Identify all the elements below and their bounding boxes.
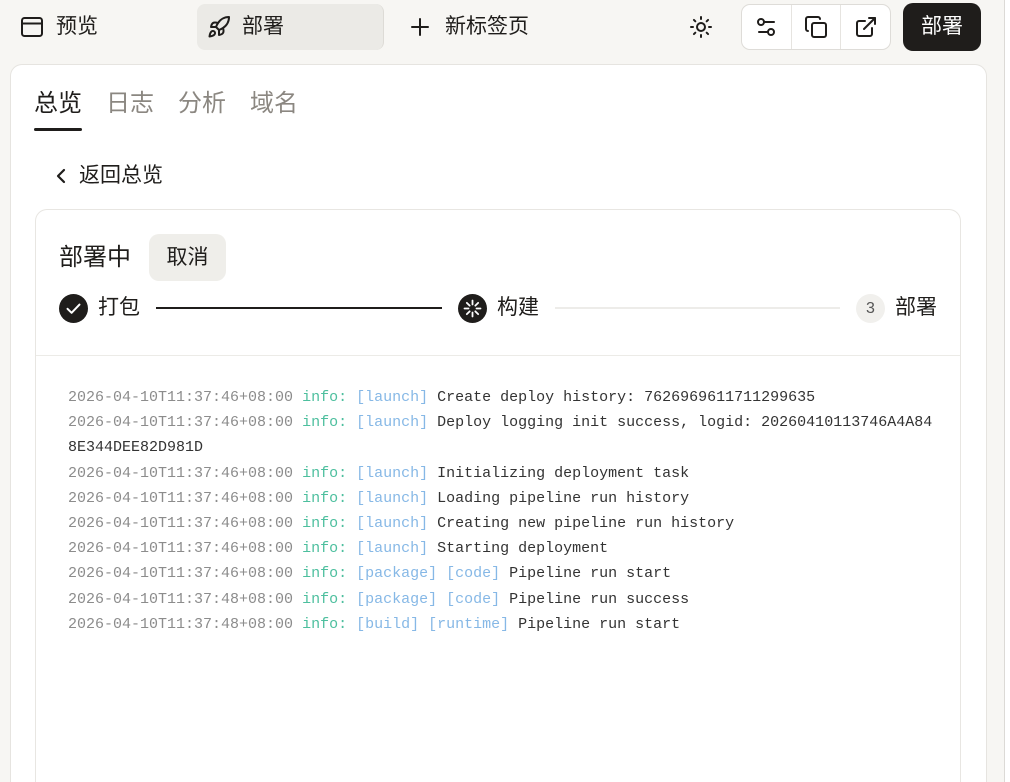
log-level: info: — [302, 414, 348, 432]
deployment-status: 部署中 — [59, 244, 131, 271]
log-line: 2026-04-10T11:37:46+08:00 info: [launch]… — [68, 511, 936, 536]
cancel-button[interactable]: 取消 — [149, 234, 226, 281]
log-timestamp: 2026-04-10T11:37:48+08:00 — [68, 590, 294, 608]
step-deploy-label: 部署 — [895, 296, 937, 319]
log-message: Loading pipeline run history — [437, 489, 690, 507]
log-timestamp: 2026-04-10T11:37:46+08:00 — [68, 565, 294, 583]
log-message: Pipeline run success — [509, 590, 690, 608]
back-link-label: 返回总览 — [79, 164, 163, 187]
back-to-overview-link[interactable]: 返回总览 — [55, 161, 163, 191]
browser-window-icon — [21, 17, 43, 37]
deployment-card: 部署中 取消 打包 构建 3 部署 2026-04-10T11:37:46+08… — [35, 209, 961, 782]
log-timestamp: 2026-04-10T11:37:46+08:00 — [68, 389, 294, 406]
step-connector-pending — [555, 307, 840, 309]
log-level: info: — [302, 590, 348, 608]
log-tag: [runtime] — [428, 615, 510, 633]
log-tag: [code] — [446, 590, 501, 608]
log-line: 2026-04-10T11:37:46+08:00 info: [launch]… — [68, 461, 936, 486]
log-tag: [launch] — [356, 464, 429, 482]
external-link-icon — [855, 17, 876, 37]
sun-icon — [690, 16, 712, 38]
log-timestamp: 2026-04-10T11:37:46+08:00 — [68, 540, 294, 558]
log-timestamp: 2026-04-10T11:37:46+08:00 — [68, 489, 294, 507]
preview-tab-label: 预览 — [56, 15, 98, 38]
log-timestamp: 2026-04-10T11:37:48+08:00 — [68, 615, 294, 633]
log-level: info: — [302, 615, 348, 633]
log-timestamp: 2026-04-10T11:37:46+08:00 — [68, 464, 294, 482]
open-external-button[interactable] — [840, 5, 890, 49]
log-tag: [package] — [356, 590, 438, 608]
log-tag: [package] — [356, 565, 438, 583]
deploy-button[interactable]: 部署 — [903, 3, 981, 51]
log-line: 2026-04-10T11:37:48+08:00 info: [build] … — [68, 612, 936, 637]
tab-overview[interactable]: 总览 — [34, 89, 82, 131]
log-timestamp: 2026-04-10T11:37:46+08:00 — [68, 414, 294, 432]
log-level: info: — [302, 515, 348, 533]
step-package-label: 打包 — [98, 296, 140, 319]
log-timestamp: 2026-04-10T11:37:46+08:00 — [68, 515, 294, 533]
main-panel: 总览 日志 分析 域名 返回总览 部署中 取消 打包 构建 3 部署 2026-… — [10, 64, 987, 782]
log-level: info: — [302, 464, 348, 482]
log-level: info: — [302, 389, 348, 406]
toolbar-icon-group — [741, 4, 891, 50]
tab-deploy[interactable]: 部署 — [197, 4, 384, 50]
rocket-icon — [208, 15, 230, 38]
step-build-label: 构建 — [497, 296, 539, 319]
divider — [36, 355, 960, 356]
log-level: info: — [302, 565, 348, 583]
log-message: Create deploy history: 76269696117112996… — [437, 389, 816, 406]
chevron-left-icon — [56, 168, 66, 184]
tab-analytics[interactable]: 分析 — [178, 89, 226, 131]
step-number-badge: 3 — [856, 294, 885, 323]
spinner-icon — [458, 294, 487, 323]
log-line: 2026-04-10T11:37:46+08:00 info: [launch]… — [68, 410, 936, 460]
log-tag: [launch] — [356, 515, 429, 533]
log-line: 2026-04-10T11:37:46+08:00 info: [launch]… — [68, 385, 936, 410]
log-tag: [launch] — [356, 414, 429, 432]
log-tag: [code] — [446, 565, 501, 583]
log-message: Creating new pipeline run history — [437, 515, 735, 533]
step-connector-done — [156, 307, 442, 309]
log-message: Pipeline run start — [509, 565, 672, 583]
window-edge-strip — [1005, 0, 1010, 782]
log-tag: [launch] — [356, 540, 429, 558]
log-message: Pipeline run start — [518, 615, 681, 633]
log-tag: [build] — [356, 615, 420, 633]
theme-toggle-button[interactable] — [689, 15, 713, 39]
log-line: 2026-04-10T11:37:46+08:00 info: [launch]… — [68, 536, 936, 561]
check-icon — [59, 294, 88, 323]
log-line: 2026-04-10T11:37:48+08:00 info: [package… — [68, 587, 936, 612]
log-level: info: — [302, 489, 348, 507]
log-message: Starting deployment — [437, 540, 609, 558]
log-tag: [launch] — [356, 389, 429, 406]
tab-logs[interactable]: 日志 — [106, 89, 154, 131]
deploy-log: 2026-04-10T11:37:46+08:00 info: [launch]… — [68, 385, 936, 637]
copy-icon — [805, 16, 827, 38]
log-level: info: — [302, 540, 348, 558]
plus-icon — [411, 18, 429, 36]
tab-deploy-label: 部署 — [242, 15, 284, 38]
new-tab-label: 新标签页 — [445, 15, 529, 38]
log-tag: [launch] — [356, 489, 429, 507]
preview-tab[interactable]: 预览 — [20, 4, 98, 50]
log-message: Initializing deployment task — [437, 464, 690, 482]
settings-button[interactable] — [742, 5, 791, 49]
log-line: 2026-04-10T11:37:46+08:00 info: [launch]… — [68, 486, 936, 511]
copy-button[interactable] — [790, 5, 841, 49]
sliders-icon — [757, 18, 776, 36]
tab-domains[interactable]: 域名 — [250, 89, 298, 131]
section-tabs: 总览 日志 分析 域名 — [34, 89, 298, 131]
log-line: 2026-04-10T11:37:46+08:00 info: [package… — [68, 561, 936, 586]
new-tab-button[interactable]: 新标签页 — [408, 4, 529, 50]
